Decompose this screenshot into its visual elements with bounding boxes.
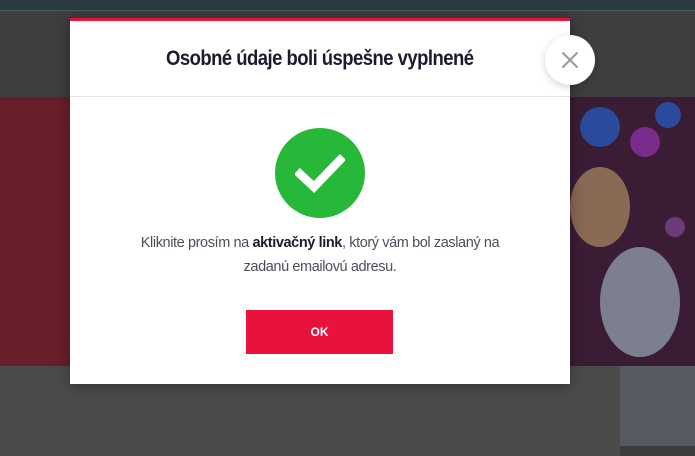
page-top-bar	[0, 0, 695, 10]
page-side-image	[620, 366, 695, 446]
hero-illustration	[560, 97, 695, 366]
activation-link-text: aktivačný link	[252, 235, 342, 251]
checkmark-icon	[295, 153, 345, 193]
modal-header: Osobné údaje boli úspešne vyplnené	[70, 21, 570, 97]
success-modal: Osobné údaje boli úspešne vyplnené Klikn…	[70, 18, 570, 384]
close-icon	[562, 52, 578, 68]
modal-message: Kliknite prosím na aktivačný link, ktorý…	[130, 231, 510, 279]
page-body-text-placeholder	[0, 448, 520, 456]
success-badge	[275, 128, 365, 218]
message-text-before: Kliknite prosím na	[140, 235, 253, 251]
modal-title: Osobné údaje boli úspešne vyplnené	[166, 46, 474, 70]
close-button[interactable]	[545, 35, 595, 85]
ok-button[interactable]: OK	[246, 310, 393, 354]
